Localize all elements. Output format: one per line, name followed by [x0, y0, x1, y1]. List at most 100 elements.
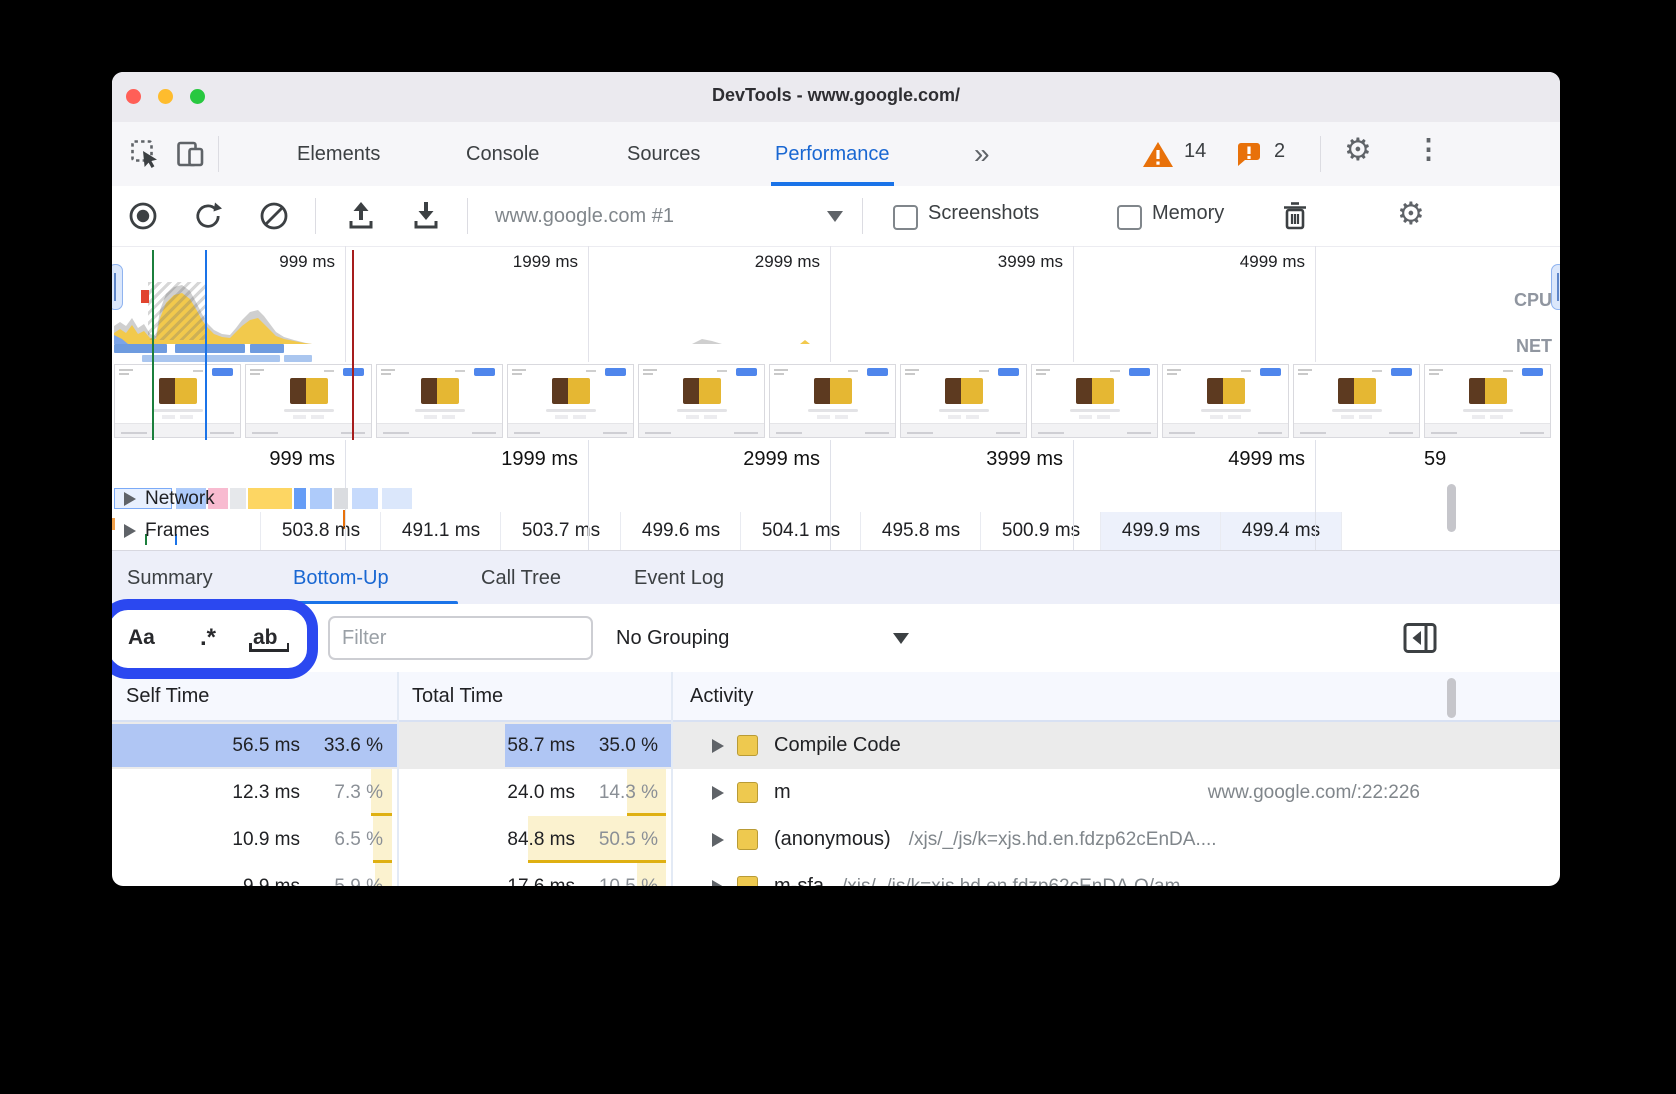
ruler-tick: 4999 ms: [1145, 448, 1305, 471]
table-row[interactable]: 56.5 ms 33.6 % 58.7 ms 35.0 % Compile Co…: [112, 722, 1560, 769]
ruler-tick: 2999 ms: [660, 448, 820, 471]
screenshot-thumbnail[interactable]: [1162, 364, 1289, 438]
record-button[interactable]: [129, 202, 157, 235]
capture-settings-gear-icon[interactable]: ⚙: [1397, 196, 1425, 232]
navigation-marker-line: [205, 250, 207, 440]
screenshot-thumbnail[interactable]: [114, 364, 241, 438]
tab-sources[interactable]: Sources: [623, 122, 704, 186]
expand-row-icon[interactable]: [712, 786, 724, 800]
grouping-select[interactable]: No Grouping: [616, 604, 936, 672]
track-scrollbar[interactable]: [1447, 484, 1456, 532]
frame-duration[interactable]: 500.9 ms: [980, 512, 1101, 550]
screenshot-thumbnail[interactable]: [1031, 364, 1158, 438]
screenshots-checkbox[interactable]: [893, 205, 918, 230]
column-separator[interactable]: [397, 672, 399, 886]
column-separator[interactable]: [671, 672, 673, 886]
signin-button: [474, 368, 495, 376]
grid-line: [1315, 246, 1316, 362]
tab-elements[interactable]: Elements: [293, 122, 384, 186]
device-toolbar-icon[interactable]: [176, 139, 206, 169]
frame-duration[interactable]: 491.1 ms: [380, 512, 501, 550]
tab-console[interactable]: Console: [462, 122, 543, 186]
whole-word-underline: [249, 649, 289, 652]
ruler-tick: 4999 ms: [1155, 252, 1305, 272]
table-row[interactable]: 10.9 ms 6.5 % 84.8 ms 50.5 % (anonymous)…: [112, 816, 1560, 863]
grid-line: [588, 440, 589, 550]
frame-duration[interactable]: 503.8 ms: [260, 512, 381, 550]
match-whole-word-button[interactable]: ab: [253, 604, 278, 672]
screenshot-thumbnail[interactable]: [507, 364, 634, 438]
issues-icon[interactable]: [1236, 142, 1264, 173]
clear-recording-button[interactable]: [260, 202, 288, 235]
memory-checkbox[interactable]: [1117, 205, 1142, 230]
screenshot-thumbnail[interactable]: [1293, 364, 1420, 438]
network-request-block[interactable]: [334, 488, 348, 509]
source-link[interactable]: www.google.com/:22:226: [1208, 782, 1420, 804]
screenshot-thumbnail[interactable]: [769, 364, 896, 438]
match-case-button[interactable]: Aa: [128, 604, 155, 672]
frames-track-toggle[interactable]: Frames: [124, 520, 209, 542]
doodle-image: [1076, 378, 1114, 404]
filter-input[interactable]: [328, 616, 593, 660]
network-request-block[interactable]: [310, 488, 332, 509]
ruler-tick: 2999 ms: [670, 252, 820, 272]
tab-event-log[interactable]: Event Log: [634, 551, 724, 605]
network-request-block[interactable]: [230, 488, 246, 509]
frame-duration[interactable]: 499.6 ms: [620, 512, 741, 550]
inspect-element-icon[interactable]: [130, 139, 160, 169]
trash-icon[interactable]: [1282, 201, 1308, 236]
show-sidebar-icon[interactable]: [1402, 620, 1438, 661]
overview-right-handle[interactable]: [1551, 264, 1560, 310]
reload-and-record-button[interactable]: [194, 202, 222, 235]
load-marker-line: [352, 250, 354, 440]
screenshot-thumbnail[interactable]: [376, 364, 503, 438]
frame-duration[interactable]: 499.4 ms: [1220, 512, 1342, 550]
ruler-tick: 1999 ms: [418, 448, 578, 471]
ruler-tick: 1999 ms: [428, 252, 578, 272]
network-request-block[interactable]: [294, 488, 306, 509]
column-total-time[interactable]: Total Time: [412, 672, 503, 720]
warning-count: 14: [1184, 140, 1206, 163]
screenshot-thumbnail[interactable]: [900, 364, 1027, 438]
kebab-menu-icon[interactable]: ⋮: [1415, 134, 1442, 165]
expand-row-icon[interactable]: [712, 880, 724, 887]
frame-duration[interactable]: 499.9 ms: [1100, 512, 1221, 550]
frame-event-tick: [112, 518, 115, 530]
network-request-block[interactable]: [352, 488, 378, 509]
frame-duration[interactable]: 495.8 ms: [860, 512, 981, 550]
overview-left-handle[interactable]: [112, 264, 123, 310]
expand-frames-icon[interactable]: [124, 524, 136, 538]
table-scrollbar[interactable]: [1447, 678, 1456, 718]
table-row[interactable]: 9.9 ms 5.9 % 17.6 ms 10.5 % m-sfa /xjs/_…: [112, 863, 1560, 886]
tab-call-tree[interactable]: Call Tree: [481, 551, 561, 605]
network-request-block[interactable]: [382, 488, 412, 509]
warning-icon[interactable]: [1142, 141, 1174, 174]
column-activity[interactable]: Activity: [690, 672, 753, 720]
expand-network-icon[interactable]: [124, 492, 136, 506]
network-track-toggle[interactable]: Network: [124, 488, 215, 510]
expand-row-icon[interactable]: [712, 739, 724, 753]
frame-duration[interactable]: 503.7 ms: [500, 512, 621, 550]
more-tabs-button[interactable]: »: [970, 122, 994, 186]
screenshot-thumbnail[interactable]: [1424, 364, 1551, 438]
source-link[interactable]: /xjs/_/js/k=xjs.hd.en.fdzp62cEnDA....: [909, 829, 1217, 851]
column-self-time[interactable]: Self Time: [126, 672, 209, 720]
screenshot-thumbnail[interactable]: [638, 364, 765, 438]
save-profile-icon[interactable]: [412, 201, 440, 236]
load-profile-icon[interactable]: [347, 201, 375, 236]
regex-button[interactable]: .*: [200, 604, 216, 672]
tab-performance[interactable]: Performance: [771, 122, 894, 186]
net-bar: [114, 344, 167, 353]
net-bar: [250, 344, 284, 353]
settings-gear-icon[interactable]: ⚙: [1344, 132, 1372, 168]
frame-duration[interactable]: 504.1 ms: [740, 512, 861, 550]
ruler-tick: 3999 ms: [913, 252, 1063, 272]
source-link[interactable]: /xjs/_/js/k=xjs.hd.en.fdzp62cEnDA.O/am..…: [842, 876, 1196, 887]
tab-summary[interactable]: Summary: [127, 551, 213, 605]
network-request-block[interactable]: [248, 488, 292, 509]
expand-row-icon[interactable]: [712, 833, 724, 847]
table-header: Self Time Total Time Activity: [112, 672, 1560, 722]
table-row[interactable]: 12.3 ms 7.3 % 24.0 ms 14.3 % m www.googl…: [112, 769, 1560, 816]
history-select[interactable]: www.google.com #1: [482, 186, 852, 246]
tab-bottom-up[interactable]: Bottom-Up: [293, 551, 389, 605]
